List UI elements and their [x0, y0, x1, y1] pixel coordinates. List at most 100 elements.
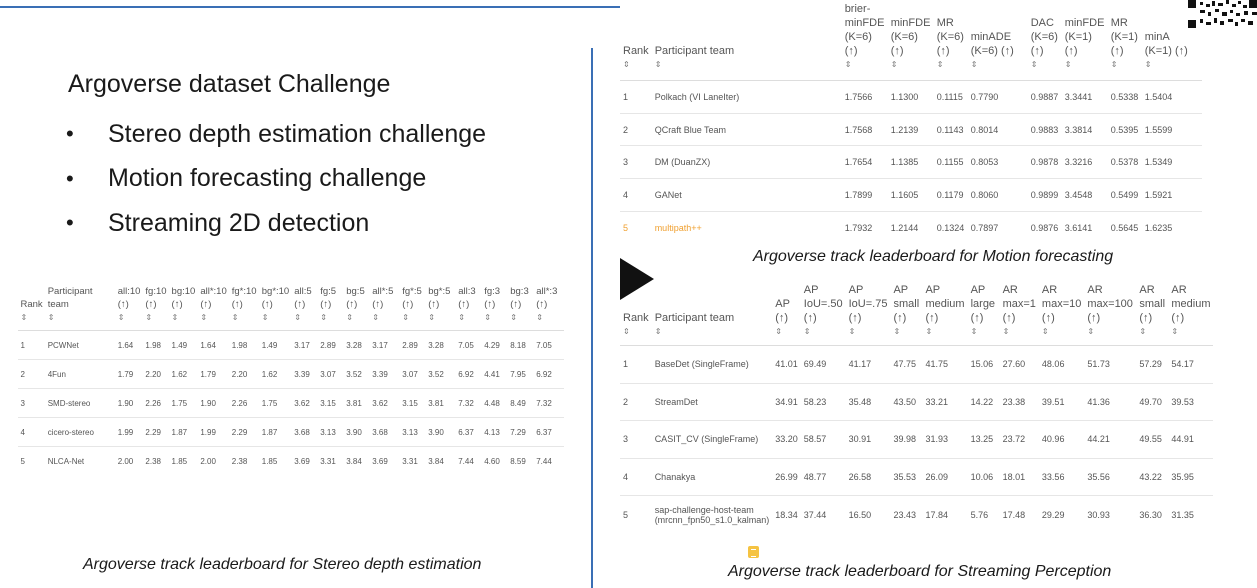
column-header-label: AP IoU=.75 (↑): [848, 284, 888, 324]
sort-icon[interactable]: ⇕: [655, 58, 839, 72]
sort-icon[interactable]: ⇕: [232, 311, 257, 324]
sort-icon[interactable]: ⇕: [893, 325, 919, 339]
column-header[interactable]: bg*:5 (↑) ⇕: [426, 285, 456, 331]
metric-cell: 40.96: [1041, 434, 1065, 445]
sort-icon[interactable]: ⇕: [971, 58, 1025, 72]
metric-cell: 4.41: [484, 369, 500, 379]
sort-icon[interactable]: ⇕: [1145, 58, 1199, 72]
sort-icon[interactable]: ⇕: [200, 311, 226, 324]
column-header[interactable]: AR small (↑) ⇕: [1136, 283, 1168, 346]
sort-icon[interactable]: ⇕: [1111, 58, 1139, 72]
column-header[interactable]: all:3 (↑) ⇕: [456, 285, 482, 331]
sort-icon[interactable]: ⇕: [428, 311, 453, 324]
column-header[interactable]: minFDE (K=6) (↑) ⇕: [888, 2, 934, 81]
column-header[interactable]: brier-minFDE (K=6) (↑) ⇕: [842, 2, 888, 81]
sort-icon[interactable]: ⇕: [320, 311, 341, 324]
sort-icon[interactable]: ⇕: [1003, 325, 1036, 339]
metric-cell: 41.36: [1087, 396, 1110, 407]
metric-cell: 3.81: [428, 398, 444, 408]
column-header[interactable]: all*:3 (↑) ⇕: [534, 285, 564, 331]
column-header[interactable]: fg:5 (↑) ⇕: [318, 285, 344, 331]
column-header[interactable]: fg*:5 (↑) ⇕: [400, 285, 426, 331]
metric-cell: 17.48: [1002, 509, 1026, 520]
column-header-label: Participant team: [654, 45, 735, 57]
column-header[interactable]: bg:10 (↑) ⇕: [169, 285, 198, 331]
column-header[interactable]: fg:10 (↑) ⇕: [143, 285, 169, 331]
sort-icon[interactable]: ⇕: [346, 311, 367, 324]
sort-icon[interactable]: ⇕: [623, 58, 649, 72]
sort-icon[interactable]: ⇕: [118, 311, 141, 324]
sort-icon[interactable]: ⇕: [510, 311, 531, 324]
column-header[interactable]: minFDE (K=1) (↑) ⇕: [1062, 2, 1108, 81]
metric-cell: 8.49: [510, 398, 526, 408]
column-header[interactable]: AR medium (↑) ⇕: [1168, 283, 1213, 346]
column-header[interactable]: AP small (↑) ⇕: [890, 283, 922, 346]
column-header[interactable]: AP large (↑) ⇕: [968, 283, 1000, 346]
sort-icon[interactable]: ⇕: [655, 325, 770, 339]
metric-cell: 41.17: [848, 359, 872, 370]
column-header[interactable]: AP medium (↑) ⇕: [922, 283, 967, 346]
sort-icon[interactable]: ⇕: [1139, 325, 1165, 339]
column-header-label: fg*:5 (↑): [402, 286, 422, 310]
column-header[interactable]: Participant team ⇕: [652, 2, 842, 81]
sort-icon[interactable]: ⇕: [372, 311, 397, 324]
sort-icon[interactable]: ⇕: [172, 311, 196, 324]
rank-cell: 1: [623, 359, 629, 370]
metric-cell: 0.7897: [970, 222, 999, 233]
column-header[interactable]: all*:5 (↑) ⇕: [370, 285, 400, 331]
column-header[interactable]: all:10 (↑) ⇕: [115, 285, 143, 331]
metric-cell: 47.75: [893, 359, 916, 370]
sort-icon[interactable]: ⇕: [891, 58, 931, 72]
column-header[interactable]: Participant team ⇕: [45, 285, 115, 331]
column-header[interactable]: AP (↑) ⇕: [772, 283, 801, 346]
sort-icon[interactable]: ⇕: [971, 325, 997, 339]
column-header[interactable]: MR (K=6) (↑) ⇕: [934, 2, 968, 81]
column-header[interactable]: bg:5 (↑) ⇕: [344, 285, 370, 331]
metric-cell: 1.79: [200, 369, 216, 379]
column-header[interactable]: fg*:10 (↑) ⇕: [229, 285, 259, 331]
sort-icon[interactable]: ⇕: [294, 311, 315, 324]
column-header[interactable]: bg:3 (↑) ⇕: [508, 285, 534, 331]
sort-icon[interactable]: ⇕: [1171, 325, 1210, 339]
play-icon[interactable]: [620, 258, 654, 300]
sort-icon[interactable]: ⇕: [21, 311, 43, 324]
metric-cell: 0.9878: [1030, 157, 1059, 168]
sort-icon[interactable]: ⇕: [458, 311, 479, 324]
sort-icon[interactable]: ⇕: [145, 311, 166, 324]
column-header[interactable]: Participant team ⇕: [652, 283, 773, 346]
column-header[interactable]: Rank ⇕: [18, 285, 45, 331]
column-header[interactable]: Rank ⇕: [620, 2, 652, 81]
sort-icon[interactable]: ⇕: [1031, 58, 1059, 72]
column-header[interactable]: AR max=1 (↑) ⇕: [1000, 283, 1039, 346]
column-header[interactable]: all*:10 (↑) ⇕: [198, 285, 229, 331]
sort-icon[interactable]: ⇕: [775, 325, 798, 339]
sort-icon[interactable]: ⇕: [1042, 325, 1081, 339]
metric-cell: 1.7566: [844, 91, 873, 102]
column-header[interactable]: MR (K=1) (↑) ⇕: [1108, 2, 1142, 81]
column-header[interactable]: minADE (K=6) (↑) ⇕: [968, 2, 1028, 81]
sort-icon[interactable]: ⇕: [402, 311, 423, 324]
sort-icon[interactable]: ⇕: [623, 325, 649, 339]
column-header[interactable]: DAC (K=6) (↑) ⇕: [1028, 2, 1062, 81]
metric-cell: 3.28: [428, 340, 444, 350]
sort-icon[interactable]: ⇕: [849, 325, 888, 339]
sort-icon[interactable]: ⇕: [1065, 58, 1105, 72]
sort-icon[interactable]: ⇕: [925, 325, 964, 339]
metric-cell: 2.38: [145, 456, 161, 466]
sort-icon[interactable]: ⇕: [1087, 325, 1133, 339]
column-header[interactable]: AP IoU=.75 (↑) ⇕: [846, 283, 891, 346]
column-header[interactable]: AP IoU=.50 (↑) ⇕: [801, 283, 846, 346]
column-header[interactable]: AR max=100 (↑) ⇕: [1084, 283, 1136, 346]
column-header[interactable]: all:5 (↑) ⇕: [292, 285, 318, 331]
sort-icon[interactable]: ⇕: [536, 311, 561, 324]
sort-icon[interactable]: ⇕: [484, 311, 505, 324]
column-header[interactable]: AR max=10 (↑) ⇕: [1039, 283, 1084, 346]
sort-icon[interactable]: ⇕: [937, 58, 965, 72]
sort-icon[interactable]: ⇕: [845, 58, 885, 72]
column-header[interactable]: fg:3 (↑) ⇕: [482, 285, 508, 331]
sort-icon[interactable]: ⇕: [48, 311, 113, 324]
sort-icon[interactable]: ⇕: [804, 325, 843, 339]
column-header[interactable]: bg*:10 (↑) ⇕: [259, 285, 291, 331]
bullet-item: • Streaming 2D detection: [66, 208, 370, 237]
sort-icon[interactable]: ⇕: [262, 311, 289, 324]
